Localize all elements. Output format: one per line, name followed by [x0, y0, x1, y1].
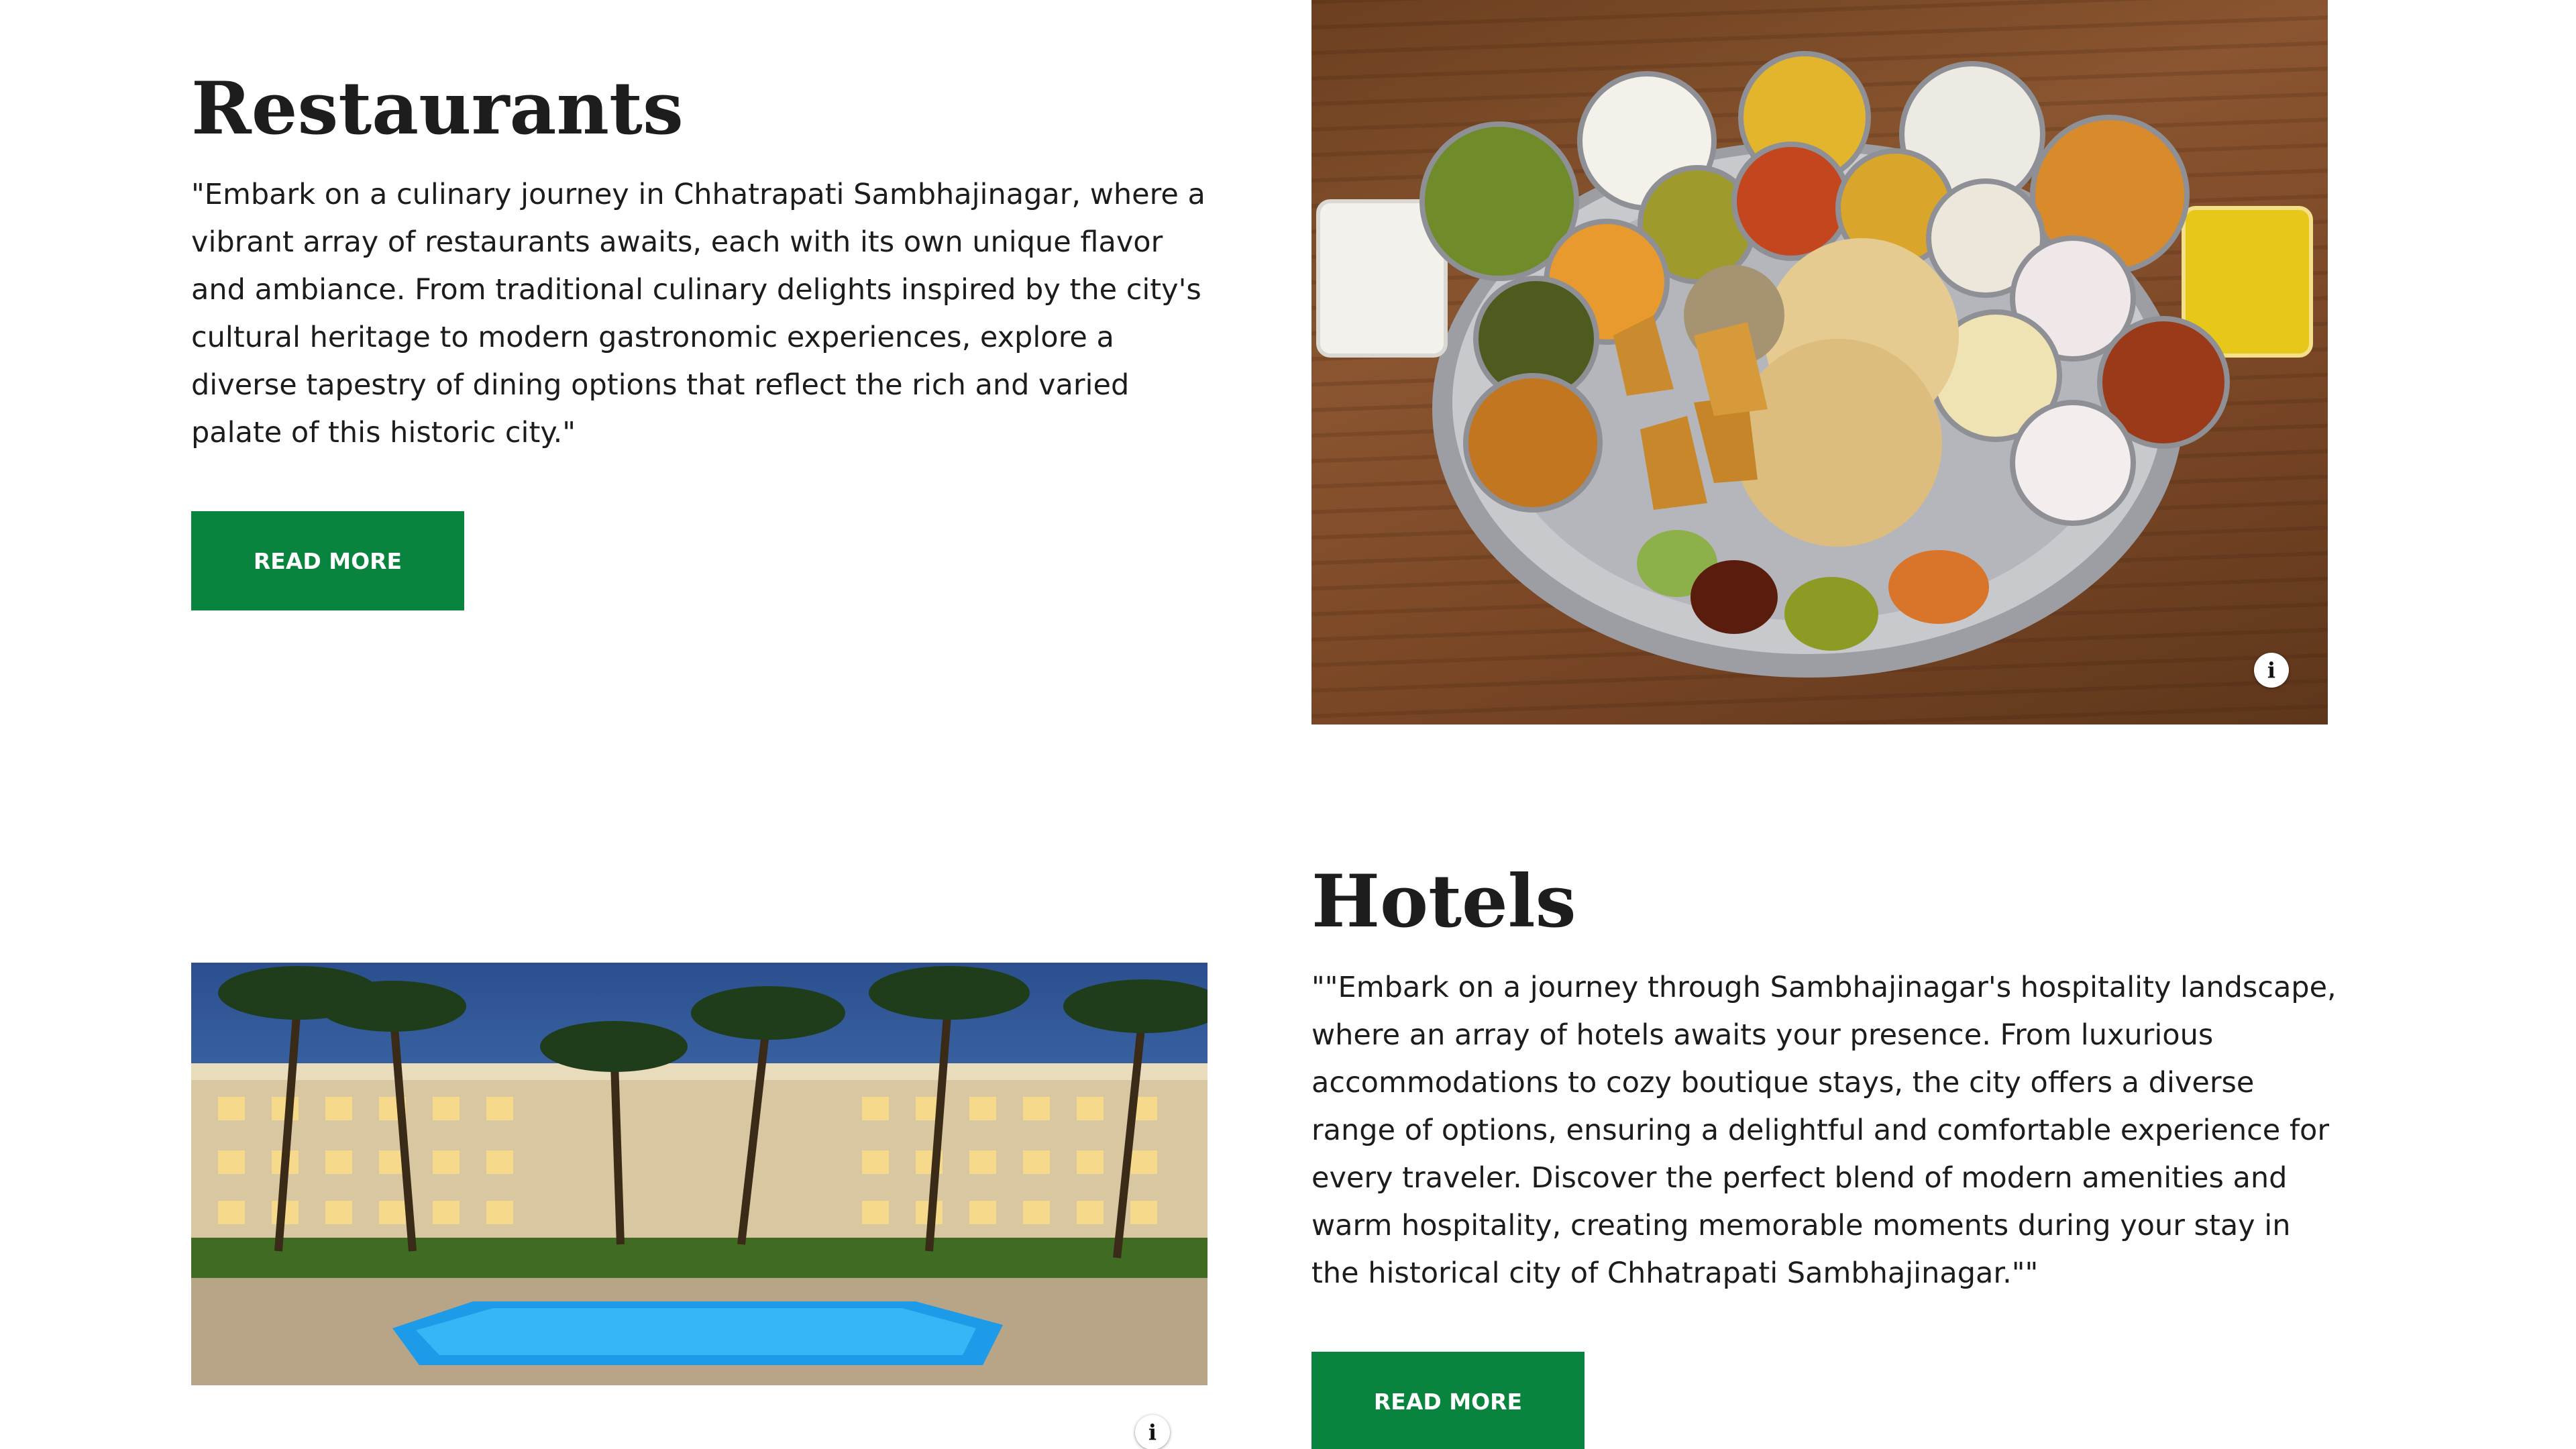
restaurants-description: "Embark on a culinary journey in Chhatra…	[191, 178, 1205, 449]
restaurants-read-more-button[interactable]: READ MORE	[191, 511, 464, 610]
hotels-read-more-button[interactable]: READ MORE	[1311, 1352, 1585, 1449]
hotels-image-info-icon[interactable]: i	[1135, 1415, 1170, 1449]
resort-illustration	[191, 966, 1208, 1385]
hotels-resort-image	[191, 963, 1208, 1385]
hotels-description: ""Embark on a journey through Sambhajina…	[1311, 971, 2337, 1290]
restaurants-heading: Restaurants	[191, 66, 684, 151]
restaurants-image-info-icon[interactable]: i	[2254, 653, 2289, 688]
restaurants-thali-image	[1311, 0, 2328, 724]
thali-illustration	[1316, 51, 2313, 678]
hotels-heading: Hotels	[1311, 859, 1576, 944]
